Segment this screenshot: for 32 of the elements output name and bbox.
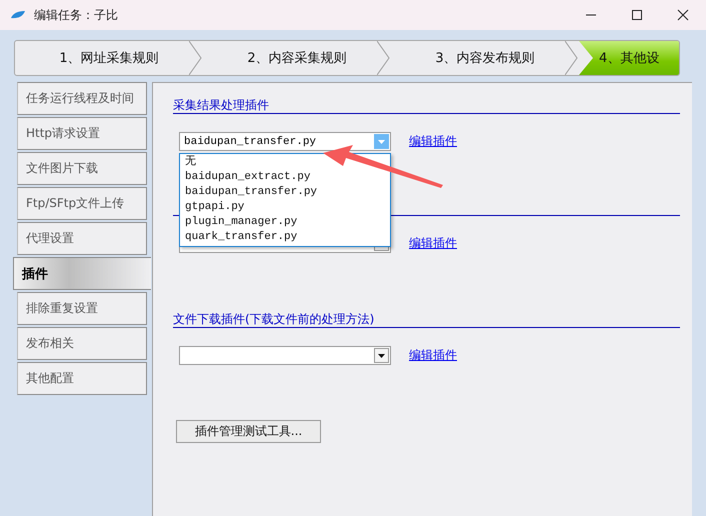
sidebar-tab[interactable]: 排除重复设置 [17,292,147,325]
sidebar-tab[interactable]: 其他配置 [17,362,147,395]
dropdown-option[interactable]: 无 [180,155,390,170]
dropdown-option[interactable]: baidupan_extract.py [180,170,390,185]
sidebar-tab[interactable]: 插件 [13,257,151,290]
app-logo-icon [10,10,26,20]
wizard-step[interactable]: 4、其他设 [579,41,679,75]
section-title: 采集结果处理插件 [173,98,269,112]
sidebar-tab[interactable]: 代理设置 [17,222,147,255]
edit-plugin-link[interactable]: 编辑插件 [409,235,457,252]
maximize-icon [631,9,643,21]
wizard-step[interactable]: 1、网址采集规则 [15,41,203,75]
wizard-step[interactable]: 2、内容采集规则 [203,41,391,75]
sidebar-tab[interactable]: 发布相关 [17,327,147,360]
sidebar-tab[interactable]: 文件图片下载 [17,152,147,185]
plugin-test-tool-button[interactable]: 插件管理测试工具... [176,420,321,443]
dropdown-option[interactable]: plugin_manager.py [180,215,390,230]
edit-plugin-link[interactable]: 编辑插件 [409,133,457,150]
caret-icon [378,354,385,358]
window-title: 编辑任务：子比 [34,6,119,24]
section-title: 文件下载插件(下载文件前的处理方法) [173,312,374,326]
wizard-step[interactable]: 3、内容发布规则 [391,41,579,75]
edit-plugin-link[interactable]: 编辑插件 [409,347,457,364]
sidebar-tab[interactable]: Http请求设置 [17,117,147,150]
dropdown-option[interactable]: gtpapi.py [180,200,390,215]
sidebar-tab[interactable]: Ftp/SFtp文件上传 [17,187,147,220]
dropdown-option[interactable]: baidupan_transfer.py [180,185,390,200]
plugin-dropdown[interactable]: baidupan_transfer.py [179,132,391,151]
sidebar-tab[interactable]: 任务运行线程及时间 [17,82,147,115]
dropdown-option[interactable]: quark_transfer.py [180,230,390,245]
close-icon [677,9,689,21]
plugin-dropdown[interactable] [179,346,391,365]
